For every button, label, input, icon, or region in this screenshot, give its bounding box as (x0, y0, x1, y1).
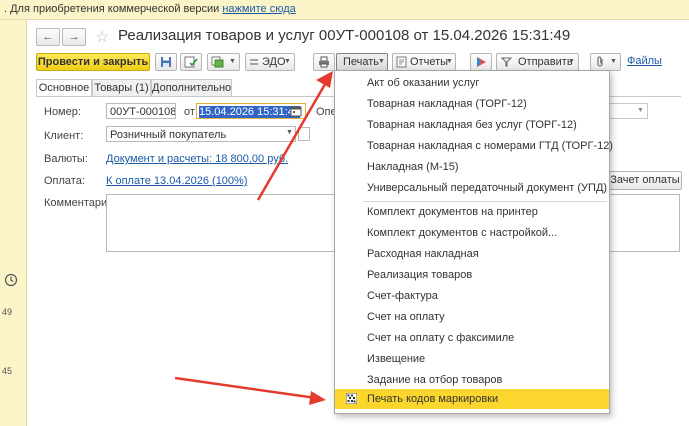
annotation-arrow-to-marking-codes (174, 376, 326, 405)
annotation-arrows (174, 71, 333, 405)
annotation-arrow-to-print (256, 71, 333, 201)
